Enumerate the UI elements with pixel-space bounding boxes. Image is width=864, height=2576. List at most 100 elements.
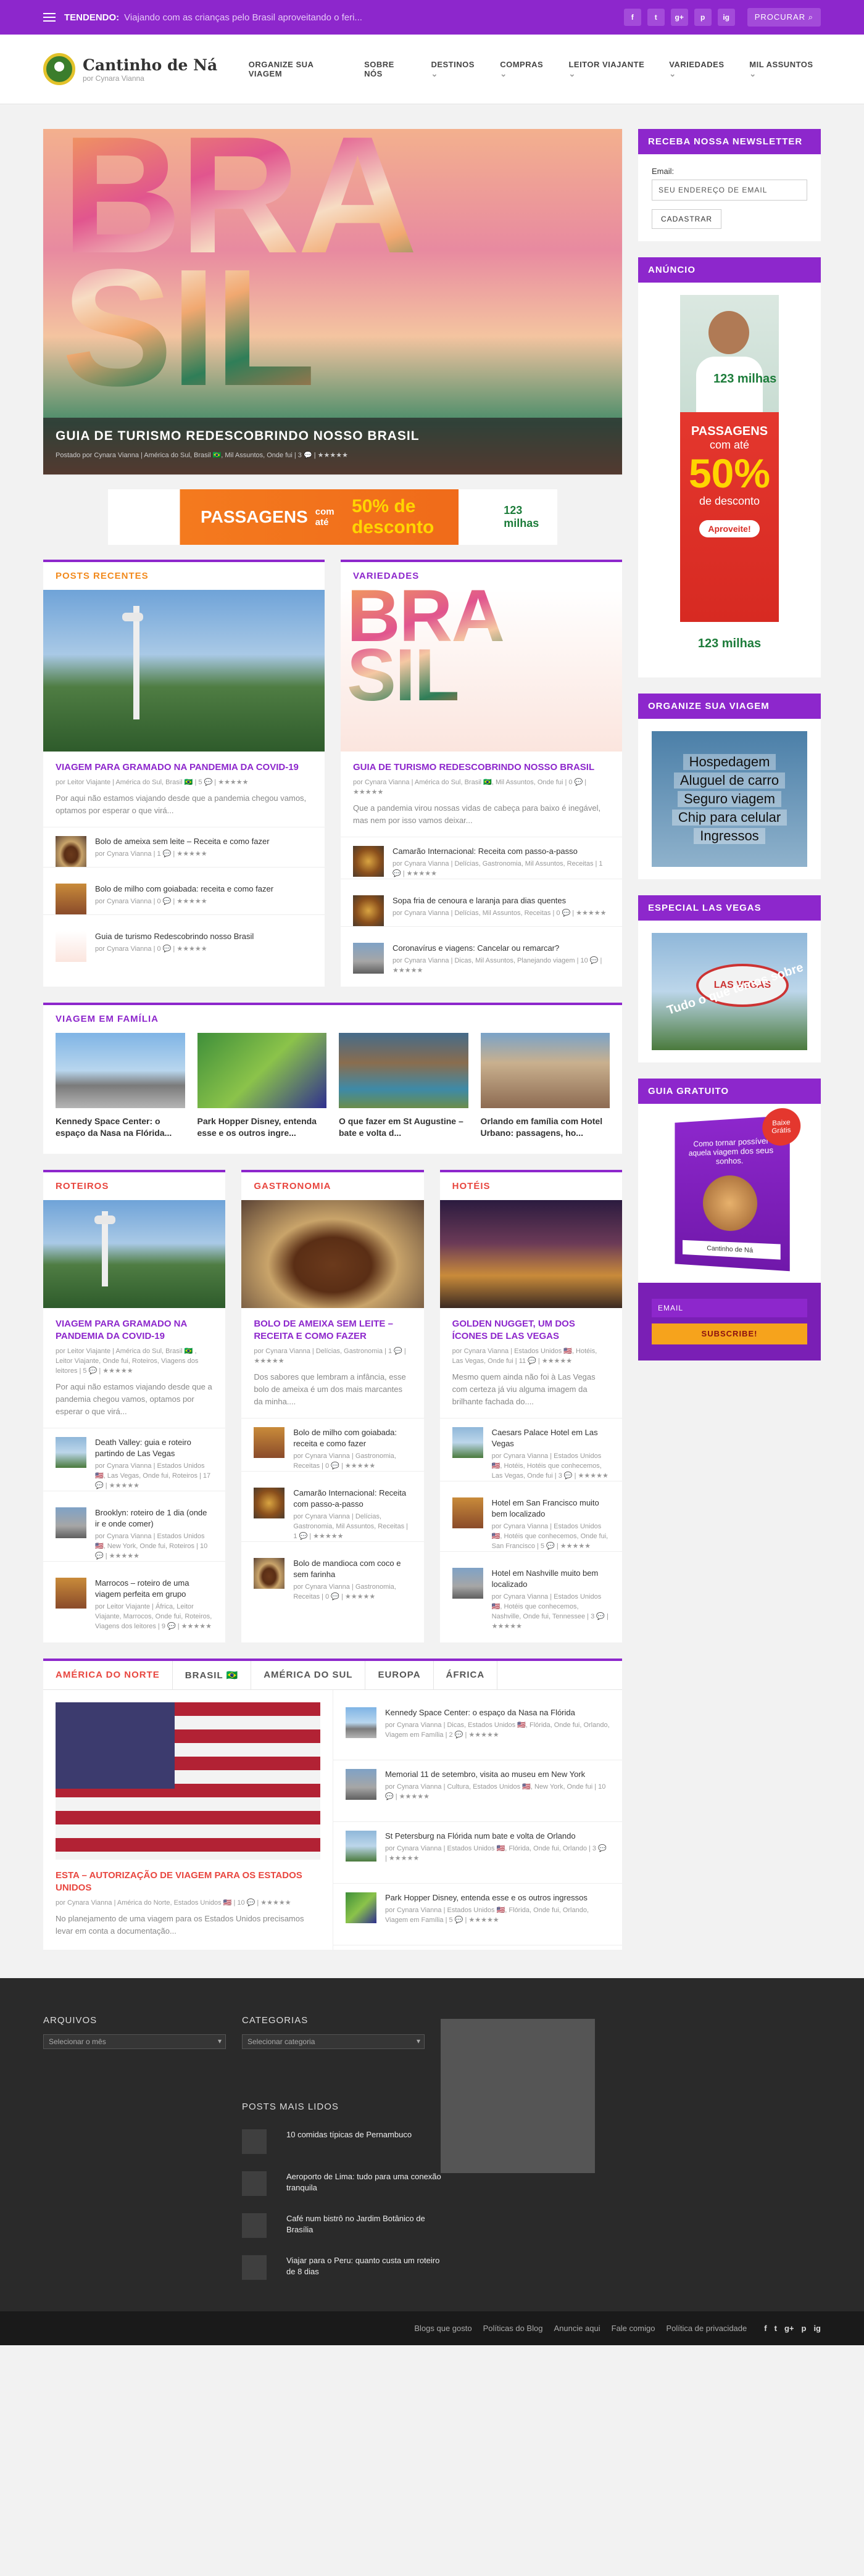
featured-image[interactable] (43, 1200, 226, 1308)
twitter-icon[interactable]: t (775, 2324, 777, 2333)
list-item[interactable]: Bolo de milho com goiabada: receita e co… (43, 867, 325, 914)
popular-item[interactable]: Viajar para o Peru: quanto custa um rote… (242, 2255, 446, 2280)
facebook-icon[interactable]: f (764, 2324, 766, 2333)
nav-compras[interactable]: COMPRAS (500, 60, 551, 79)
tab-brasil[interactable]: BRASIL 🇧🇷 (173, 1661, 252, 1689)
list-item-title[interactable]: Bolo de ameixa sem leite – Receita e com… (95, 836, 270, 847)
instagram-icon[interactable]: ig (717, 9, 735, 26)
list-item-title[interactable]: Hotel em San Francisco muito bem localiz… (492, 1497, 610, 1520)
list-item-title[interactable]: Camarão Internacional: Receita com passo… (393, 846, 610, 857)
featured-image[interactable] (43, 590, 325, 752)
site-logo[interactable]: Cantinho de Ná por Cynara Vianna (43, 53, 249, 85)
email-field[interactable]: SEU ENDEREÇO DE EMAIL (652, 180, 807, 201)
tab-europa[interactable]: EUROPA (365, 1661, 434, 1689)
list-item-title[interactable]: Bolo de mandioca com coco e sem farinha (293, 1558, 411, 1580)
list-item-title[interactable]: Brooklyn: roteiro de 1 dia (onde ir e on… (95, 1507, 213, 1530)
list-item-title[interactable]: Memorial 11 de setembro, visita ao museu… (385, 1769, 610, 1780)
footer-link[interactable]: Política de privacidade (666, 2324, 747, 2333)
hero-title[interactable]: GUIA DE TURISMO REDESCOBRINDO NOSSO BRAS… (56, 429, 610, 444)
nav-leitor-viajante[interactable]: LEITOR VIAJANTE (568, 60, 652, 79)
family-item-image[interactable] (339, 1033, 468, 1108)
archives-select[interactable]: Selecionar o mês (43, 2034, 226, 2049)
subscribe-button[interactable]: CADASTRAR (652, 209, 722, 229)
family-item-caption[interactable]: Park Hopper Disney, entenda esse e os ou… (197, 1116, 327, 1139)
list-item-title[interactable]: St Petersburg na Flórida num bate e volt… (385, 1831, 610, 1842)
trending-link[interactable]: Viajando com as crianças pelo Brasil apr… (124, 12, 624, 23)
list-item[interactable]: Death Valley: guia e roteiro partindo de… (43, 1428, 226, 1491)
nav-variedades[interactable]: VARIEDADES (669, 60, 732, 79)
ad-banner[interactable]: PASSAGENS com até 50% de desconto 123 mi… (108, 489, 558, 545)
list-item[interactable]: Bolo de milho com goiabada: receita e co… (241, 1418, 424, 1471)
list-item[interactable]: Memorial 11 de setembro, visita ao museu… (333, 1760, 622, 1822)
list-item-title[interactable]: Death Valley: guia e roteiro partindo de… (95, 1437, 213, 1459)
nav-destinos[interactable]: DESTINOS (431, 60, 483, 79)
list-item-title[interactable]: Kennedy Space Center: o espaço da Nasa n… (385, 1707, 610, 1718)
footer-link[interactable]: Fale comigo (612, 2324, 655, 2333)
hero-post[interactable]: BRA SIL GUIA DE TURISMO REDESCOBRINDO NOS… (43, 129, 622, 474)
family-item-image[interactable] (480, 1033, 610, 1108)
featured-title[interactable]: VIAGEM PARA GRAMADO NA PANDEMIA DA COVID… (56, 1318, 213, 1343)
organize-banner[interactable]: Hospedagem Aluguel de carro Seguro viage… (652, 731, 807, 867)
ad-cta-button[interactable]: Aproveite! (699, 520, 760, 537)
google-plus-icon[interactable]: g+ (784, 2324, 794, 2333)
list-item[interactable]: Park Hopper Disney, entenda esse e os ou… (333, 1884, 622, 1945)
family-item-caption[interactable]: Kennedy Space Center: o espaço da Nasa n… (56, 1116, 185, 1139)
list-item[interactable]: Marrocos – roteiro de uma viagem perfeit… (43, 1561, 226, 1631)
family-item-image[interactable] (56, 1033, 185, 1108)
ebook-banner[interactable]: Como tornar possível aquela viagem dos s… (638, 1104, 821, 1283)
list-item[interactable]: Kennedy Space Center: o espaço da Nasa n… (333, 1699, 622, 1760)
popular-item[interactable]: 10 comidas típicas de Pernambuco (242, 2129, 446, 2154)
subscribe-submit-button[interactable]: SUBSCRIBE! (652, 1323, 807, 1344)
featured-image[interactable] (241, 1200, 424, 1308)
featured-title[interactable]: ESTA – AUTORIZAÇÃO DE VIAGEM PARA OS EST… (56, 1870, 320, 1894)
popular-item-title[interactable]: 10 comidas típicas de Pernambuco (286, 2129, 412, 2140)
popular-item[interactable]: Café num bistrô no Jardim Botânico de Br… (242, 2213, 446, 2238)
list-item[interactable]: Bolo de mandioca com coco e sem farinha p… (241, 1541, 424, 1602)
featured-title[interactable]: VIAGEM PARA GRAMADO NA PANDEMIA DA COVID… (56, 761, 312, 774)
featured-title[interactable]: GOLDEN NUGGET, UM DOS ÍCONES DE LAS VEGA… (452, 1318, 610, 1343)
popular-item-title[interactable]: Café num bistrô no Jardim Botânico de Br… (286, 2213, 446, 2235)
instagram-icon[interactable]: ig (813, 2324, 821, 2333)
nav-mil-assuntos[interactable]: MIL ASSUNTOS (749, 60, 821, 79)
list-item-title[interactable]: Guia de turismo Redescobrindo nosso Bras… (95, 931, 254, 942)
featured-image[interactable] (56, 1702, 320, 1860)
family-item-image[interactable] (197, 1033, 326, 1108)
tab-america-do-sul[interactable]: AMÉRICA DO SUL (251, 1661, 366, 1689)
subscribe-email-input[interactable]: EMAIL (652, 1299, 807, 1317)
list-item[interactable]: Brooklyn: roteiro de 1 dia (onde ir e on… (43, 1491, 226, 1561)
popular-item-title[interactable]: Viajar para o Peru: quanto custa um rote… (286, 2255, 446, 2277)
search-button[interactable]: PROCURAR ⌕ (747, 8, 821, 27)
family-item-caption[interactable]: O que fazer em St Augustine – bate e vol… (339, 1116, 468, 1139)
family-item[interactable]: Park Hopper Disney, entenda esse e os ou… (197, 1033, 327, 1139)
list-item[interactable]: Guia de turismo Redescobrindo nosso Bras… (43, 914, 325, 962)
list-item[interactable]: Bolo de ameixa sem leite – Receita e com… (43, 827, 325, 867)
list-item[interactable]: Hotel em Nashville muito bem localizado p… (439, 1551, 622, 1631)
google-plus-icon[interactable]: g+ (670, 9, 688, 26)
footer-link[interactable]: Políticas do Blog (483, 2324, 543, 2333)
family-item-caption[interactable]: Orlando em família com Hotel Urbano: pas… (481, 1116, 610, 1139)
featured-image[interactable]: BRA SIL (341, 590, 622, 752)
list-item[interactable]: Caesars Palace Hotel em Las Vegas por Cyn… (439, 1418, 622, 1481)
hamburger-menu-icon[interactable] (43, 13, 56, 22)
facebook-icon[interactable]: f (623, 9, 641, 26)
list-item[interactable]: St Petersburg na Flórida num bate e volt… (333, 1822, 622, 1884)
list-item-title[interactable]: Bolo de milho com goiabada: receita e co… (95, 884, 273, 895)
list-item[interactable]: Coronavírus e viagens: Cancelar ou remar… (341, 926, 622, 975)
list-item-title[interactable]: Camarão Internacional: Receita com passo… (293, 1488, 411, 1510)
popular-item-title[interactable]: Aeroporto de Lima: tudo para uma conexão… (286, 2171, 446, 2193)
list-item[interactable]: Camarão Internacional: Receita com passo… (241, 1471, 424, 1541)
list-item-title[interactable]: Park Hopper Disney, entenda esse e os ou… (385, 1892, 610, 1903)
list-item-title[interactable]: Marrocos – roteiro de uma viagem perfeit… (95, 1578, 213, 1600)
list-item[interactable]: Sopa fria de cenoura e laranja para dias… (341, 879, 622, 926)
featured-image[interactable] (439, 1200, 622, 1308)
pinterest-icon[interactable]: p (694, 9, 712, 26)
family-item[interactable]: O que fazer em St Augustine – bate e vol… (339, 1033, 468, 1139)
tab-america-do-norte[interactable]: AMÉRICA DO NORTE (43, 1661, 173, 1689)
nav-organize[interactable]: ORGANIZE SUA VIAGEM (249, 60, 347, 79)
featured-title[interactable]: BOLO DE AMEIXA SEM LEITE – RECEITA E COM… (254, 1318, 411, 1343)
list-item-title[interactable]: Bolo de milho com goiabada: receita e co… (293, 1427, 411, 1449)
categories-select[interactable]: Selecionar categoria (242, 2034, 425, 2049)
list-item[interactable]: Hotel em San Francisco muito bem localiz… (439, 1481, 622, 1551)
footer-link[interactable]: Blogs que gosto (414, 2324, 471, 2333)
las-vegas-banner[interactable]: LAS VEGAS Tudo o que temos sobre (652, 933, 807, 1050)
